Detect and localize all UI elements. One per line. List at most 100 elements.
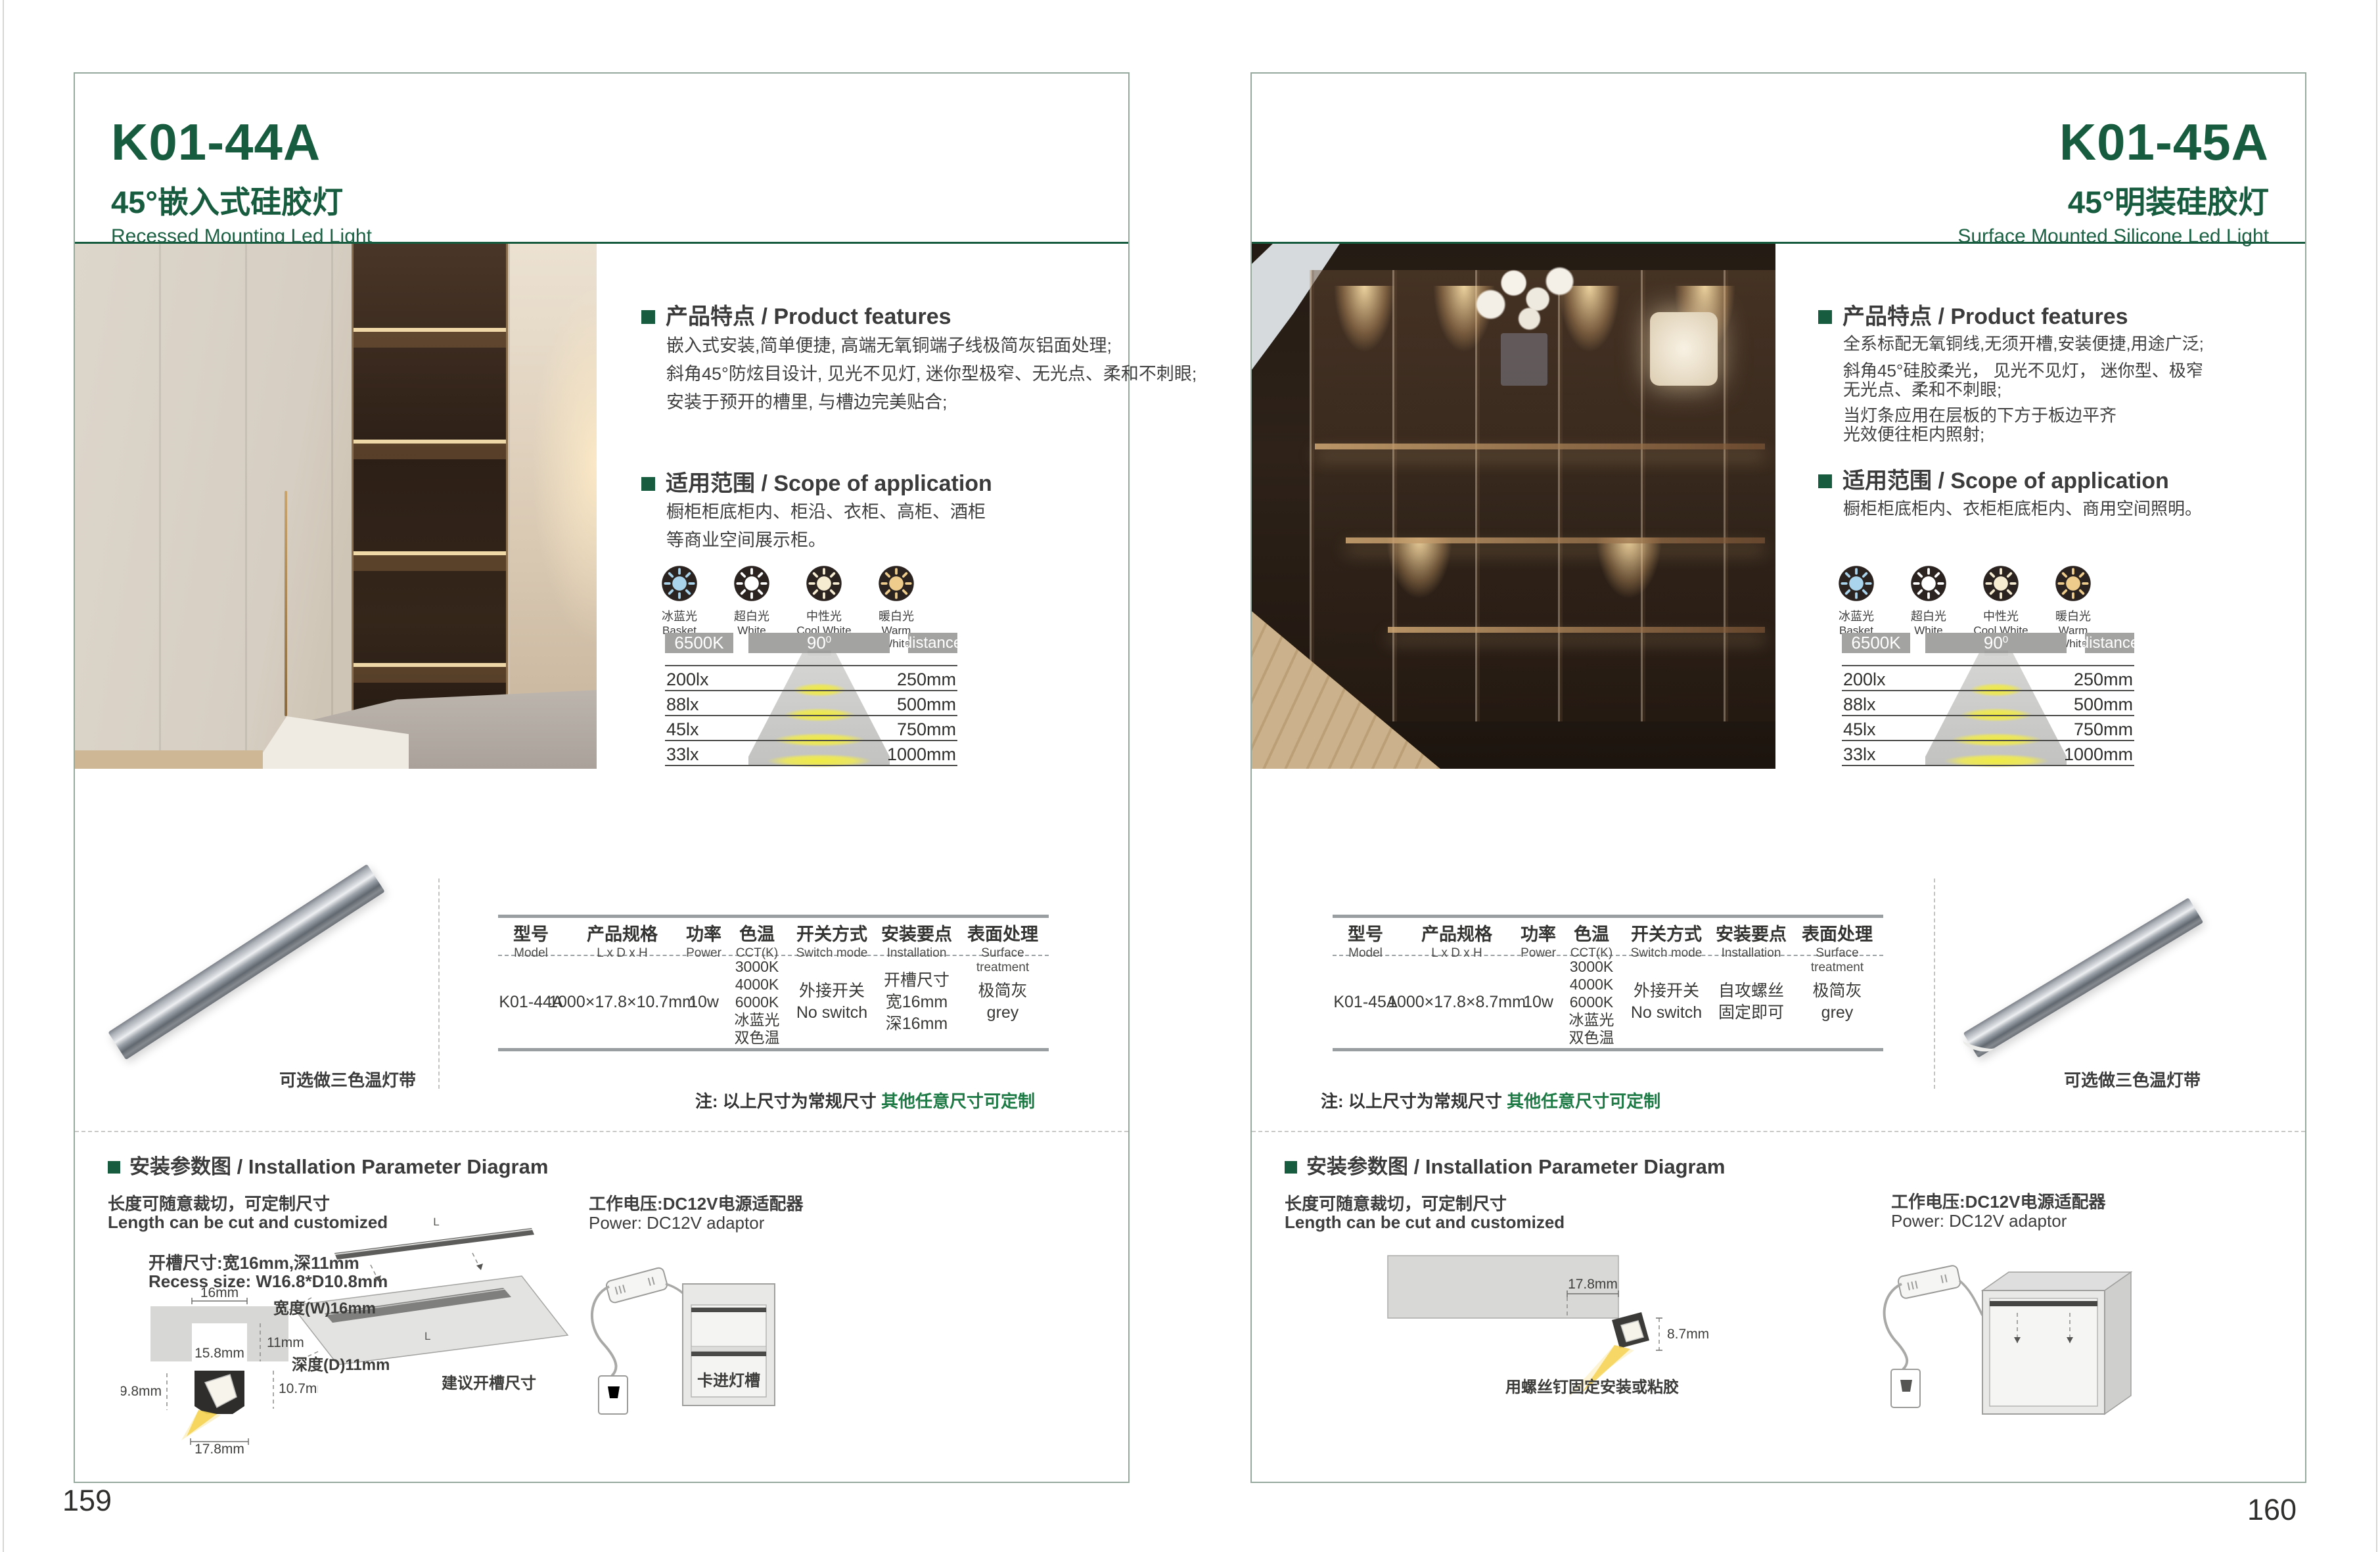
distance-value: 500mm bbox=[2074, 695, 2133, 715]
page-number-right: 160 bbox=[2247, 1493, 2297, 1527]
svg-text:17.8mm: 17.8mm bbox=[1568, 1277, 1618, 1292]
photo-floor bbox=[75, 750, 263, 769]
product-title-cn: 45°明装硅胶灯 bbox=[2068, 187, 2269, 217]
svg-text:L: L bbox=[433, 1216, 439, 1228]
horizontal-dashed-divider bbox=[75, 1131, 1128, 1132]
lux-row: 33lx 1000mm bbox=[1842, 740, 2134, 765]
spec-cell-surface: 极简灰grey bbox=[957, 956, 1049, 1048]
photo-vase bbox=[1501, 333, 1548, 386]
spec-cell-switch: 外接开关No switch bbox=[1622, 956, 1711, 1048]
power-note-cn: 工作电压:DC12V电源适配器 bbox=[1891, 1189, 2105, 1213]
svg-text:L: L bbox=[424, 1330, 430, 1342]
lux-value: 45lx bbox=[1843, 719, 1876, 740]
cct-bar: 6500K bbox=[665, 633, 733, 653]
custom-size-note: 注: 以上尺寸为常规尺寸 其他任意尺寸可定制 bbox=[1321, 1088, 1660, 1112]
spec-cell-surface: 极简灰grey bbox=[1791, 956, 1883, 1048]
spread-edge-right bbox=[2376, 0, 2377, 1552]
sun-icon bbox=[1901, 565, 1956, 602]
power-note-cn: 工作电压:DC12V电源适配器 bbox=[589, 1191, 803, 1215]
svg-text:15.8mm: 15.8mm bbox=[195, 1346, 244, 1361]
cabinet bbox=[1982, 1272, 2131, 1414]
spec-cell-power: 10w bbox=[1515, 956, 1561, 1048]
lux-row: 200lx 250mm bbox=[665, 665, 957, 690]
product-title-cn: 45°嵌入式硅胶灯 bbox=[111, 187, 343, 217]
green-square-icon bbox=[641, 477, 655, 491]
lux-value: 45lx bbox=[666, 719, 699, 740]
cabinet: 卡进灯槽 bbox=[683, 1284, 775, 1405]
svg-text:用螺丝钉固定安装或粘胶: 用螺丝钉固定安装或粘胶 bbox=[1505, 1378, 1679, 1396]
feature-line: 无光点、柔和不刺眼; bbox=[1843, 377, 2002, 401]
distance-value: 1000mm bbox=[887, 744, 956, 765]
power-adaptor bbox=[1897, 1265, 1961, 1299]
svg-text:16mm: 16mm bbox=[200, 1285, 239, 1300]
green-square-icon bbox=[1818, 310, 1832, 324]
scope-line: 橱柜柜底柜内、衣柜柜底柜内、商用空间照明。 bbox=[1843, 495, 2202, 520]
spec-table: 型号Model 产品规格L x D x H 功率Power 色温CCT(K) 开… bbox=[498, 915, 1049, 1051]
length-note-en: Length can be cut and customized bbox=[1285, 1212, 1565, 1233]
photo-lit-shelf bbox=[1315, 444, 1765, 449]
lux-row: 45lx750mm bbox=[1842, 715, 2134, 740]
photo-gold-handle bbox=[285, 491, 287, 717]
horizontal-dashed-divider bbox=[1252, 1131, 2305, 1132]
photo-lit-shelf bbox=[1346, 537, 1765, 543]
power-note-en: Power: DC12V adaptor bbox=[1891, 1211, 2067, 1231]
spec-table-row: K01-44A 1000×17.8×10.7mm 10w 3000K4000K6… bbox=[498, 956, 1049, 1048]
length-note-cn: 长度可随意裁切，可定制尺寸 bbox=[108, 1191, 330, 1215]
section-title-features: 产品特点 / Product features bbox=[1818, 298, 2128, 331]
length-note-cn: 长度可随意裁切，可定制尺寸 bbox=[1285, 1191, 1507, 1215]
spec-cell-cct: 3000K4000K6000K冰蓝光双色温 bbox=[1561, 956, 1622, 1048]
green-square-icon bbox=[641, 310, 655, 324]
spec-cell-power: 10w bbox=[681, 956, 727, 1048]
spec-cell-install: 自攻螺丝固定即可 bbox=[1711, 956, 1791, 1048]
svg-text:深度(D)11mm: 深度(D)11mm bbox=[292, 1356, 390, 1374]
power-note-en: Power: DC12V adaptor bbox=[589, 1213, 764, 1233]
spec-cell-install: 开槽尺寸宽16mm深16mm bbox=[877, 956, 957, 1048]
spec-cell-switch: 外接开关No switch bbox=[787, 956, 877, 1048]
svg-text:17.8mm: 17.8mm bbox=[195, 1442, 244, 1455]
distance-value: 250mm bbox=[897, 670, 956, 690]
install-section-title: 安装参数图 / Installation Parameter Diagram bbox=[108, 1150, 548, 1179]
model-code: K01-44A bbox=[111, 116, 321, 168]
photo-handbag bbox=[1650, 312, 1718, 386]
sun-icon bbox=[869, 565, 924, 602]
photo-white-roses bbox=[1472, 249, 1576, 338]
groove-board-diagram: L L 宽度(W)16mm 深度(D)11mm 建议开槽尺寸 bbox=[272, 1214, 587, 1391]
photometry-diagram: 6500K 900 distance 200lx250mm 88lx500mm … bbox=[1842, 633, 2134, 767]
lux-row: 45lx750mm bbox=[665, 715, 957, 740]
corner-mount-diagram: 17.8mm 8.7mm 用螺丝钉固定安装或粘胶 bbox=[1350, 1233, 1718, 1398]
sun-icon bbox=[1829, 565, 1884, 602]
spec-table-header: 型号Model 产品规格L x D x H 功率Power 色温CCT(K) 开… bbox=[1333, 918, 1883, 956]
lux-value: 33lx bbox=[1843, 744, 1876, 765]
lux-row: 88lx500mm bbox=[1842, 690, 2134, 715]
showcase-photo-closet bbox=[1252, 244, 1775, 769]
lux-value: 200lx bbox=[666, 670, 709, 690]
spec-cell-cct: 3000K4000K6000K冰蓝光双色温 bbox=[727, 956, 787, 1048]
distance-value: 250mm bbox=[2074, 670, 2133, 690]
spec-cell-size: 1000×17.8×8.7mm bbox=[1398, 956, 1515, 1048]
feature-line: 嵌入式安装,简单便捷, 高端无氧铜端子线极简灰铝面处理; bbox=[666, 331, 1112, 357]
sun-icon bbox=[796, 565, 852, 602]
lux-value: 200lx bbox=[1843, 670, 1886, 690]
photo-lit-shelf bbox=[1388, 627, 1765, 633]
section-title-scope: 适用范围 / Scope of application bbox=[641, 465, 992, 497]
vertical-dashed-divider bbox=[438, 879, 440, 1089]
sun-icon bbox=[2046, 565, 2101, 602]
green-square-icon bbox=[1285, 1161, 1297, 1174]
product-strip-photo bbox=[1968, 865, 2205, 1062]
lux-row: 33lx1000mm bbox=[665, 740, 957, 765]
svg-text:9.8mm: 9.8mm bbox=[121, 1384, 162, 1399]
led-strip bbox=[1990, 1301, 2097, 1306]
distance-bar: distance bbox=[2085, 633, 2134, 653]
model-code: K01-45A bbox=[2059, 116, 2269, 168]
vertical-dashed-divider bbox=[1934, 879, 1935, 1089]
spec-table-row: K01-45A 1000×17.8×8.7mm 10w 3000K4000K60… bbox=[1333, 956, 1883, 1048]
distance-bar: distance bbox=[908, 633, 957, 653]
photo-side-wall bbox=[510, 244, 597, 769]
svg-text:宽度(W)16mm: 宽度(W)16mm bbox=[273, 1299, 376, 1317]
photo-lit-display-cabinet bbox=[352, 244, 508, 769]
led-strip bbox=[691, 1308, 766, 1312]
scope-line: 等商业空间展示柜。 bbox=[666, 526, 826, 551]
distance-value: 1000mm bbox=[2064, 744, 2133, 765]
feature-line: 全系标配无氧铜线,无须开槽,安装便捷,用途广泛; bbox=[1843, 331, 2204, 355]
section-title-scope: 适用范围 / Scope of application bbox=[1818, 463, 2169, 495]
